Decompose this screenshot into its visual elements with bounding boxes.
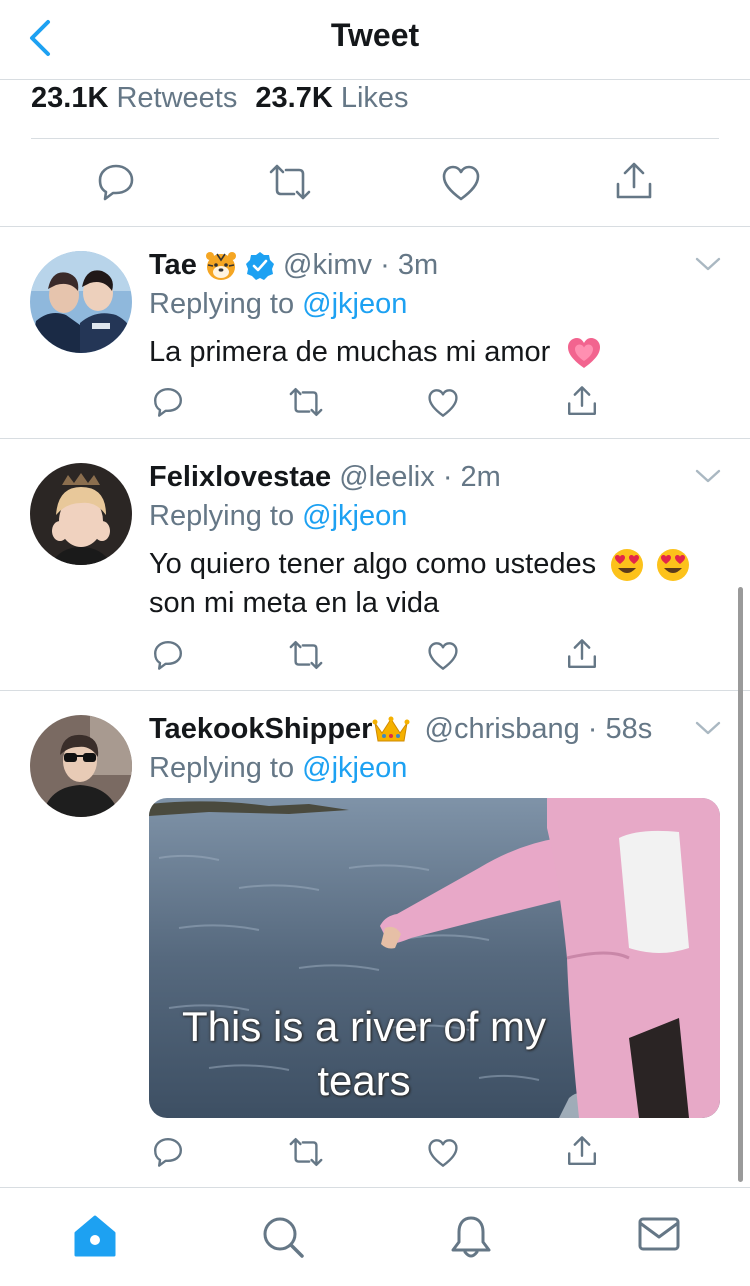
avatar[interactable] [30,463,132,565]
scrollbar[interactable] [738,587,743,1182]
tiger-face-emoji [205,252,236,281]
retweet-arrows-icon [289,388,323,416]
tweet-text-content: La primera de muchas mi amor [149,336,551,368]
tweet-header: Felixlovestae @leelix · 2m [149,460,501,494]
retweet-button[interactable] [288,386,324,423]
page-title: Tweet [330,17,420,53]
tweet-timestamp: · 3m [380,249,439,281]
speech-bubble-icon [154,1138,182,1167]
tweet-stats: 23.1K Retweets 23.7K Likes [31,82,419,114]
growing-heart-emoji [568,338,601,369]
retweets-label[interactable]: Retweets [116,82,237,114]
retweet-arrows-icon [289,1138,323,1166]
share-button[interactable] [566,384,598,423]
heart-outline-icon [428,389,458,417]
display-name[interactable]: TaekookShipper [149,713,372,745]
reply-button[interactable] [152,1136,184,1173]
chevron-down-icon [695,721,721,735]
search-icon [263,1217,304,1258]
replying-to-label: Replying to [149,288,295,320]
replying-to-line: Replying to @jkjeon [149,751,407,785]
retweet-button[interactable] [288,639,324,676]
home-icon [74,1215,116,1257]
divider [31,138,719,139]
more-options-button[interactable] [694,467,722,490]
heart-eyes-emoji [657,549,690,582]
user-handle[interactable]: @leelix [339,461,435,493]
like-button[interactable] [427,1138,459,1173]
reply-button[interactable] [152,639,184,676]
media-caption: This is a river of my tears [149,1000,579,1108]
tab-notifications[interactable] [449,1214,493,1265]
tweet-header: Tae @kimv · 3m [149,248,438,282]
envelope-icon [638,1217,680,1251]
mention-link[interactable]: @jkjeon [302,752,407,784]
replying-to-line: Replying to @jkjeon [149,499,407,533]
avatar[interactable] [30,251,132,353]
more-options-button[interactable] [694,719,722,742]
share-upload-icon [568,1136,596,1165]
verified-badge-icon [245,252,274,281]
tweet-timestamp: · 58s [587,713,653,745]
reply-tweet[interactable]: Tae @kimv · 3m Replying to @jkjeon La pr… [0,227,750,438]
heart-outline-icon [442,165,480,201]
more-options-button[interactable] [694,255,722,278]
retweet-arrows-icon [289,641,323,669]
user-handle[interactable]: @chrisbang [425,713,580,745]
tweet-text-line: Yo quiero tener algo como ustedes [149,548,597,580]
replying-to-label: Replying to [149,500,295,532]
share-upload-icon [616,162,652,199]
tweet-timestamp: · 2m [442,461,501,493]
tab-messages[interactable] [637,1214,681,1259]
speech-bubble-icon [154,641,182,670]
retweet-button[interactable] [288,1136,324,1173]
tweet-text: Yo quiero tener algo como ustedes son mi… [149,545,724,623]
heart-eyes-emoji [611,549,644,582]
chevron-down-icon [695,257,721,271]
share-upload-icon [568,639,596,669]
likes-count[interactable]: 23.7K [255,82,332,114]
mention-link[interactable]: @jkjeon [302,288,407,320]
user-handle[interactable]: @kimv [283,249,372,281]
heart-outline-icon [428,642,458,670]
share-button[interactable] [566,1134,598,1173]
reply-tweet[interactable]: TaekookShipper @chrisbang · 58s Replying… [0,691,750,1187]
speech-bubble-icon [98,164,134,201]
bell-icon [451,1216,491,1258]
likes-label[interactable]: Likes [341,82,409,114]
share-button[interactable] [566,637,598,676]
reply-tweet[interactable]: Felixlovestae @leelix · 2m Replying to @… [0,439,750,690]
heart-outline-icon [428,1139,458,1167]
chevron-down-icon [695,469,721,483]
media-caption-line: This is a river of my [181,1003,547,1050]
display-name[interactable]: Felixlovestae [149,461,331,493]
bottom-tab-bar [0,1187,750,1286]
like-button[interactable] [427,388,459,423]
tweet-text-line: son mi meta en la vida [149,587,440,619]
display-name[interactable]: Tae [149,249,197,281]
retweet-arrows-icon [269,164,311,200]
replying-to-line: Replying to @jkjeon [149,287,407,321]
like-button[interactable] [427,641,459,676]
tweet-media-image[interactable]: This is a river of my tears [149,798,720,1118]
speech-bubble-icon [154,388,182,417]
top-navigation-bar: Tweet [0,0,750,80]
main-tweet-actions [0,150,750,214]
replying-to-label: Replying to [149,752,295,784]
tab-search[interactable] [260,1214,306,1265]
tab-home[interactable] [72,1214,118,1263]
reply-button[interactable] [152,386,184,423]
share-upload-icon [568,386,596,415]
retweets-count[interactable]: 23.1K [31,82,108,114]
tweet-text: La primera de muchas mi amor [149,333,724,372]
share-button[interactable] [614,160,654,207]
media-caption-line: tears [317,1057,411,1104]
like-button[interactable] [441,164,481,207]
tweet-header: TaekookShipper @chrisbang · 58s [149,712,652,746]
crown-emoji [372,716,410,742]
avatar[interactable] [30,715,132,817]
retweet-button[interactable] [268,162,312,207]
mention-link[interactable]: @jkjeon [302,500,407,532]
reply-button[interactable] [96,162,136,207]
